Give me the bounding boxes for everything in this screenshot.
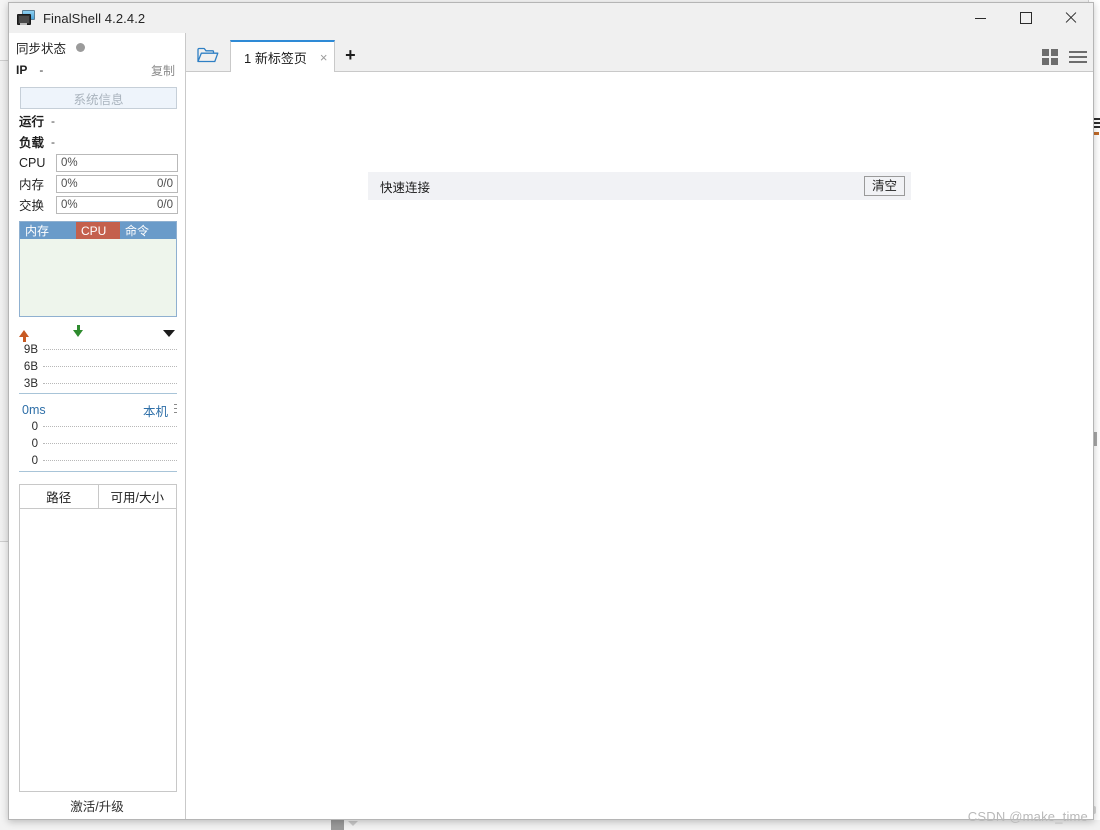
memory-meter-row: 内存 0% 0/0 bbox=[9, 174, 185, 193]
cpu-meter-percent: 0% bbox=[61, 156, 78, 169]
quick-connect-label: 快速连接 bbox=[380, 180, 431, 195]
triangle-down-icon[interactable] bbox=[163, 329, 175, 337]
window-body: 同步状态 IP - 复制 系统信息 运行 - 负载 - CPU 0% 内存 0%… bbox=[9, 33, 1093, 819]
tab-new-page[interactable]: 1 新标签页 × bbox=[230, 40, 336, 72]
cpu-meter-bar: 0% bbox=[56, 153, 178, 172]
disk-table-body bbox=[20, 509, 176, 791]
network-graph-toolbar bbox=[19, 324, 177, 342]
disk-column-size[interactable]: 可用/大小 bbox=[99, 485, 177, 508]
quick-connect-bar: 快速连接 清空 bbox=[368, 172, 911, 200]
disk-table[interactable]: 路径 可用/大小 bbox=[19, 484, 177, 792]
background-bottom-caret-icon bbox=[348, 821, 358, 826]
plus-icon[interactable]: + bbox=[335, 39, 365, 71]
tab-bar-tools bbox=[1042, 49, 1087, 65]
cpu-meter-row: CPU 0% bbox=[9, 153, 185, 172]
uptime-row: 运行 - bbox=[9, 111, 185, 130]
latency-ylabel-2: 0 bbox=[31, 437, 38, 450]
process-table-body bbox=[20, 239, 176, 316]
sync-status-label: 同步状态 bbox=[16, 41, 67, 56]
watermark: CSDN @make_time bbox=[967, 809, 1088, 824]
minimize-button[interactable] bbox=[958, 3, 1003, 33]
process-column-memory[interactable]: 内存 bbox=[20, 222, 76, 239]
tab-bar: 1 新标签页 × + bbox=[186, 33, 1093, 72]
main-area: 1 新标签页 × + 快速连接 清空 bbox=[186, 33, 1093, 819]
maximize-button[interactable] bbox=[1003, 3, 1048, 33]
network-gridline-2 bbox=[43, 365, 177, 368]
process-column-cpu[interactable]: CPU bbox=[76, 222, 120, 239]
uptime-label: 运行 bbox=[19, 115, 45, 129]
minimize-icon bbox=[975, 17, 986, 19]
hamburger-menu-icon[interactable] bbox=[1069, 51, 1087, 63]
latency-gridline-3 bbox=[43, 459, 177, 462]
sync-status-indicator bbox=[76, 42, 86, 52]
load-label: 负载 bbox=[19, 136, 45, 150]
network-graph-row-1: 9B bbox=[19, 341, 177, 358]
clear-button[interactable]: 清空 bbox=[863, 176, 905, 196]
swap-meter-percent: 0% bbox=[61, 198, 78, 211]
latency-gridline-2 bbox=[43, 442, 177, 445]
load-row: 负载 - bbox=[9, 132, 185, 151]
disk-column-path[interactable]: 路径 bbox=[20, 485, 99, 508]
main-content-panel: 快速连接 清空 bbox=[186, 72, 1093, 819]
title-bar: FinalShell 4.2.4.2 bbox=[9, 3, 1093, 33]
latency-graph-row-1: 0 bbox=[19, 418, 177, 435]
latency-ylabel-1: 0 bbox=[31, 420, 38, 433]
process-table[interactable]: 内存 CPU 命令 bbox=[19, 221, 177, 317]
close-button[interactable] bbox=[1048, 3, 1093, 33]
ip-row: IP - 复制 bbox=[9, 59, 185, 81]
latency-value: 0ms bbox=[22, 403, 46, 417]
close-icon bbox=[1065, 12, 1077, 24]
load-value: - bbox=[51, 134, 56, 149]
swap-meter-row: 交换 0% 0/0 bbox=[9, 195, 185, 214]
network-graph-row-3: 3B bbox=[19, 375, 177, 392]
network-gridline-3 bbox=[43, 382, 177, 385]
swap-meter-label: 交换 bbox=[19, 199, 45, 213]
tab-close-icon[interactable]: × bbox=[320, 51, 328, 64]
cpu-meter-label: CPU bbox=[19, 155, 46, 170]
uptime-value: - bbox=[51, 113, 56, 128]
background-taskbar-strip bbox=[0, 820, 1100, 830]
copy-ip-button[interactable]: 复制 bbox=[151, 62, 175, 79]
latency-host-label[interactable]: 本机 bbox=[143, 401, 168, 420]
memory-meter-detail: 0/0 bbox=[157, 177, 173, 190]
latency-header: 0ms 本机 bbox=[19, 401, 177, 420]
latency-resize-handle[interactable] bbox=[174, 404, 177, 415]
sidebar: 同步状态 IP - 复制 系统信息 运行 - 负载 - CPU 0% 内存 0%… bbox=[9, 33, 186, 819]
window-controls bbox=[958, 3, 1093, 33]
folder-open-icon[interactable] bbox=[186, 39, 230, 71]
monitor-icon bbox=[17, 10, 35, 26]
latency-ylabel-3: 0 bbox=[31, 454, 38, 467]
disk-table-header: 路径 可用/大小 bbox=[20, 485, 176, 509]
arrow-up-icon bbox=[19, 329, 29, 342]
network-graph-row-2: 6B bbox=[19, 358, 177, 375]
latency-graph-row-2: 0 bbox=[19, 435, 177, 452]
memory-meter-bar: 0% 0/0 bbox=[56, 174, 178, 193]
memory-meter-label: 内存 bbox=[19, 178, 45, 192]
network-ylabel-2: 6B bbox=[23, 360, 38, 373]
network-graph: 9B 6B 3B bbox=[19, 341, 177, 394]
network-ylabel-1: 9B bbox=[23, 343, 38, 356]
network-ylabel-3: 3B bbox=[23, 377, 38, 390]
arrow-down-icon bbox=[73, 324, 83, 337]
grid-layout-icon[interactable] bbox=[1042, 49, 1058, 65]
network-gridline-1 bbox=[43, 348, 177, 351]
ip-value: - bbox=[39, 63, 44, 77]
process-table-header: 内存 CPU 命令 bbox=[20, 222, 176, 239]
sync-status-row: 同步状态 bbox=[9, 37, 185, 57]
system-info-button[interactable]: 系统信息 bbox=[20, 87, 177, 109]
latency-gridline-1 bbox=[43, 425, 177, 428]
swap-meter-bar: 0% 0/0 bbox=[56, 195, 178, 214]
process-column-command[interactable]: 命令 bbox=[120, 222, 176, 239]
maximize-icon bbox=[1019, 12, 1032, 24]
memory-meter-percent: 0% bbox=[61, 177, 78, 190]
finalshell-window: FinalShell 4.2.4.2 同步状态 IP - 复制 系统信息 运行 … bbox=[8, 2, 1094, 820]
swap-meter-detail: 0/0 bbox=[157, 198, 173, 211]
tab-label: 1 新标签页 bbox=[244, 50, 307, 66]
latency-graph: 0ms 本机 0 0 0 bbox=[19, 402, 177, 472]
window-title: FinalShell 4.2.4.2 bbox=[43, 10, 146, 26]
latency-graph-row-3: 0 bbox=[19, 452, 177, 469]
ip-label: IP bbox=[16, 63, 28, 77]
activate-upgrade-button[interactable]: 激活/升级 bbox=[9, 792, 185, 819]
